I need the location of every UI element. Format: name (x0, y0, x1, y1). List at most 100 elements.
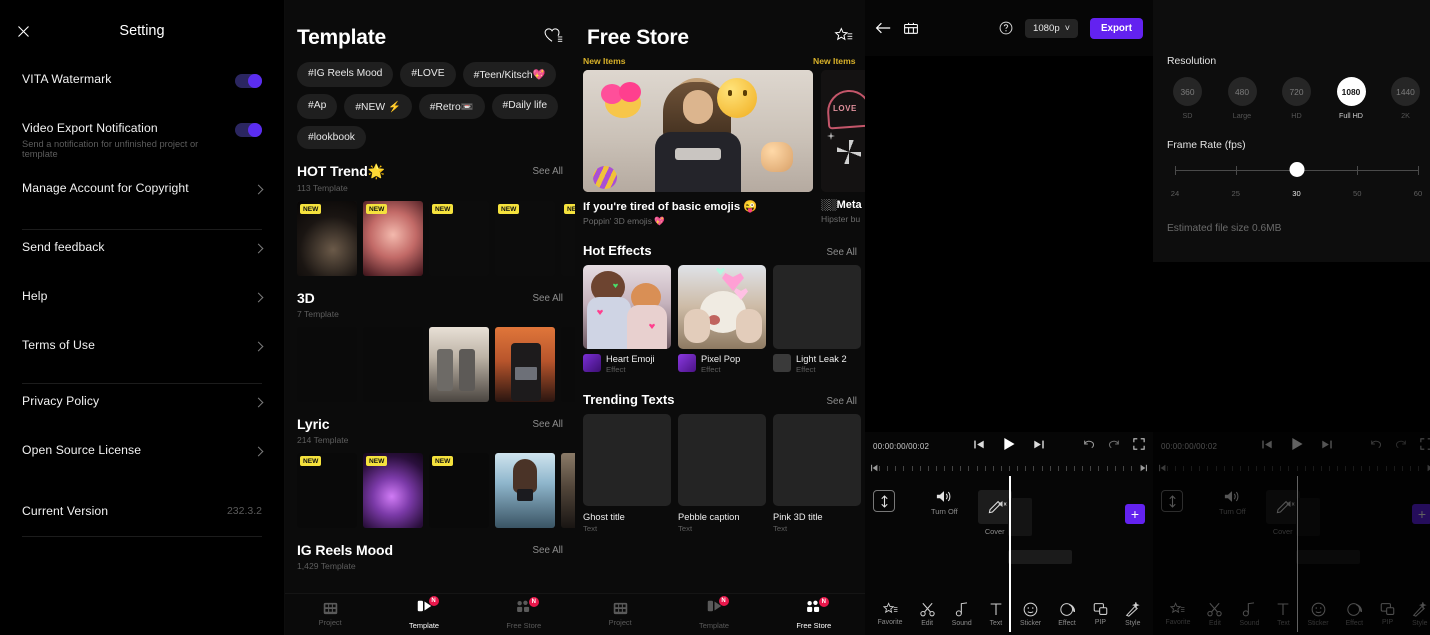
tool-effect[interactable]: Effect (1058, 602, 1076, 627)
template-card[interactable] (561, 453, 575, 528)
text-card[interactable]: Ghost title Text (583, 414, 671, 533)
setting-row-export-notification[interactable]: Video Export Notification Send a notific… (22, 111, 262, 171)
setting-row-manage-account[interactable]: Manage Account for Copyright (22, 171, 264, 223)
tool-sticker[interactable]: Sticker (1020, 602, 1041, 627)
timeline-playhead[interactable] (1296, 476, 1299, 632)
star-list-icon[interactable] (834, 26, 853, 50)
text-card[interactable]: Pebble caption Text (678, 414, 766, 533)
vita-watermark-toggle[interactable] (235, 74, 262, 88)
template-card-row[interactable]: NEW NEW NEW (285, 445, 575, 528)
template-card-row[interactable]: NEW NEW NEW NEW NEW (285, 193, 575, 276)
template-card[interactable] (495, 453, 555, 528)
tool-style[interactable]: Style (1412, 601, 1427, 627)
tool-text[interactable]: Text (989, 602, 1003, 627)
see-all-link[interactable]: See All (826, 396, 857, 407)
resolution-option-1080[interactable]: 1080 Full HD (1336, 77, 1366, 120)
resolution-option-480[interactable]: 480 Large (1227, 77, 1257, 120)
redo-icon[interactable] (1108, 437, 1120, 455)
hashtag-chip[interactable]: #Daily life (491, 94, 559, 119)
add-clip-button[interactable]: + (1412, 504, 1430, 524)
setting-row-vita-watermark[interactable]: VITA Watermark (22, 62, 262, 111)
timeline-sound-toggle[interactable]: Turn Off (1219, 490, 1246, 516)
hashtag-chip[interactable]: #Retro📼 (418, 94, 485, 119)
template-card[interactable] (363, 327, 423, 402)
template-card[interactable]: NEW (429, 201, 489, 276)
effect-card[interactable]: Heart Emoji Effect (583, 265, 671, 374)
template-card[interactable]: NEW (297, 453, 357, 528)
see-all-link[interactable]: See All (826, 247, 857, 258)
hashtag-chip[interactable]: #NEW ⚡ (344, 94, 412, 119)
hashtag-chip[interactable]: #IG Reels Mood (297, 62, 394, 87)
export-button[interactable]: Export (1089, 17, 1143, 39)
skip-next-icon[interactable] (1321, 437, 1332, 455)
nav-item-template[interactable]: N Template (409, 596, 439, 630)
tool-edit[interactable]: Edit (1207, 602, 1223, 627)
template-card[interactable] (297, 327, 357, 402)
template-card[interactable]: NEW (429, 453, 489, 528)
template-card[interactable] (429, 327, 489, 402)
see-all-link[interactable]: See All (532, 166, 563, 177)
back-arrow-icon[interactable] (875, 21, 891, 35)
hashtag-chip[interactable]: #Teen/Kitsch💖 (462, 62, 557, 87)
frame-rate-knob[interactable] (1289, 162, 1304, 177)
fullscreen-icon[interactable] (1420, 437, 1430, 455)
export-notification-toggle[interactable] (235, 123, 262, 137)
tool-pip[interactable]: PIP (1093, 602, 1108, 626)
resolution-option-720[interactable]: 720 HD (1282, 77, 1311, 120)
hashtag-chip[interactable]: #Ap (297, 94, 338, 119)
template-card[interactable]: NEW (495, 201, 555, 276)
store-hero-card[interactable]: If you're tired of basic emojis 😜 Poppin… (583, 70, 813, 227)
timeline-ruler[interactable] (865, 460, 1153, 476)
resolution-option-1440[interactable]: 1440 2K (1391, 77, 1420, 120)
tool-pip[interactable]: PIP (1380, 602, 1395, 626)
template-card-row[interactable] (285, 319, 575, 402)
see-all-link[interactable]: See All (532, 419, 563, 430)
play-icon[interactable] (1003, 437, 1016, 456)
timeline-playhead[interactable] (1009, 476, 1011, 632)
template-card[interactable] (561, 327, 575, 402)
tool-effect[interactable]: Effect (1346, 602, 1363, 627)
template-card[interactable]: NEW (363, 453, 423, 528)
skip-next-icon[interactable] (1034, 437, 1045, 455)
see-all-link[interactable]: See All (532, 545, 563, 556)
expand-tracks-icon[interactable] (873, 490, 895, 512)
store-hero-card-2[interactable]: LOVE ░░Meta Hipster bu (821, 70, 865, 227)
tool-text[interactable]: Text (1276, 602, 1290, 627)
storyboard-icon[interactable] (903, 21, 919, 36)
nav-item-template[interactable]: N Template (699, 596, 729, 630)
resolution-dropdown[interactable]: 1080p ˅ (1025, 18, 1078, 38)
nav-item-free-store[interactable]: N Free Store (796, 596, 831, 630)
redo-icon[interactable] (1395, 437, 1407, 455)
skip-prev-icon[interactable] (1261, 437, 1272, 455)
timeline-clip[interactable] (998, 498, 1032, 536)
timeline-sound-toggle[interactable]: Turn Off (931, 490, 958, 516)
timeline-ruler[interactable] (1153, 460, 1430, 476)
nav-item-project[interactable]: Project (319, 602, 342, 627)
close-icon[interactable] (8, 16, 38, 46)
tool-sound[interactable]: Sound (952, 601, 972, 627)
frame-rate-slider[interactable] (1175, 162, 1419, 189)
expand-tracks-icon[interactable] (1161, 490, 1183, 512)
template-card[interactable] (495, 327, 555, 402)
hashtag-chip[interactable]: #lookbook (297, 126, 366, 149)
timeline-clip-secondary[interactable] (1296, 550, 1360, 564)
template-card[interactable]: NEW (561, 201, 575, 276)
template-card[interactable]: NEW (363, 201, 423, 276)
add-clip-button[interactable]: + (1125, 504, 1145, 524)
effect-card[interactable]: Light Leak 2 Effect (773, 265, 861, 374)
see-all-link[interactable]: See All (532, 293, 563, 304)
undo-icon[interactable] (1083, 437, 1095, 455)
setting-row-privacy-policy[interactable]: Privacy Policy (22, 384, 264, 433)
template-card[interactable]: NEW (297, 201, 357, 276)
tool-style[interactable]: Style (1125, 601, 1140, 627)
help-circle-icon[interactable] (999, 21, 1013, 35)
tool-favorite[interactable]: Favorite (1166, 602, 1190, 626)
text-card[interactable]: Pink 3D title Text (773, 414, 861, 533)
setting-row-send-feedback[interactable]: Send feedback (22, 230, 264, 279)
setting-row-terms-of-use[interactable]: Terms of Use (22, 328, 264, 377)
nav-item-project[interactable]: Project (609, 602, 632, 627)
tool-favorite[interactable]: Favorite (878, 602, 902, 626)
nav-item-free-store[interactable]: N Free Store (506, 596, 541, 630)
timeline-clip-secondary[interactable] (1008, 550, 1072, 564)
tool-sticker[interactable]: Sticker (1307, 602, 1329, 627)
